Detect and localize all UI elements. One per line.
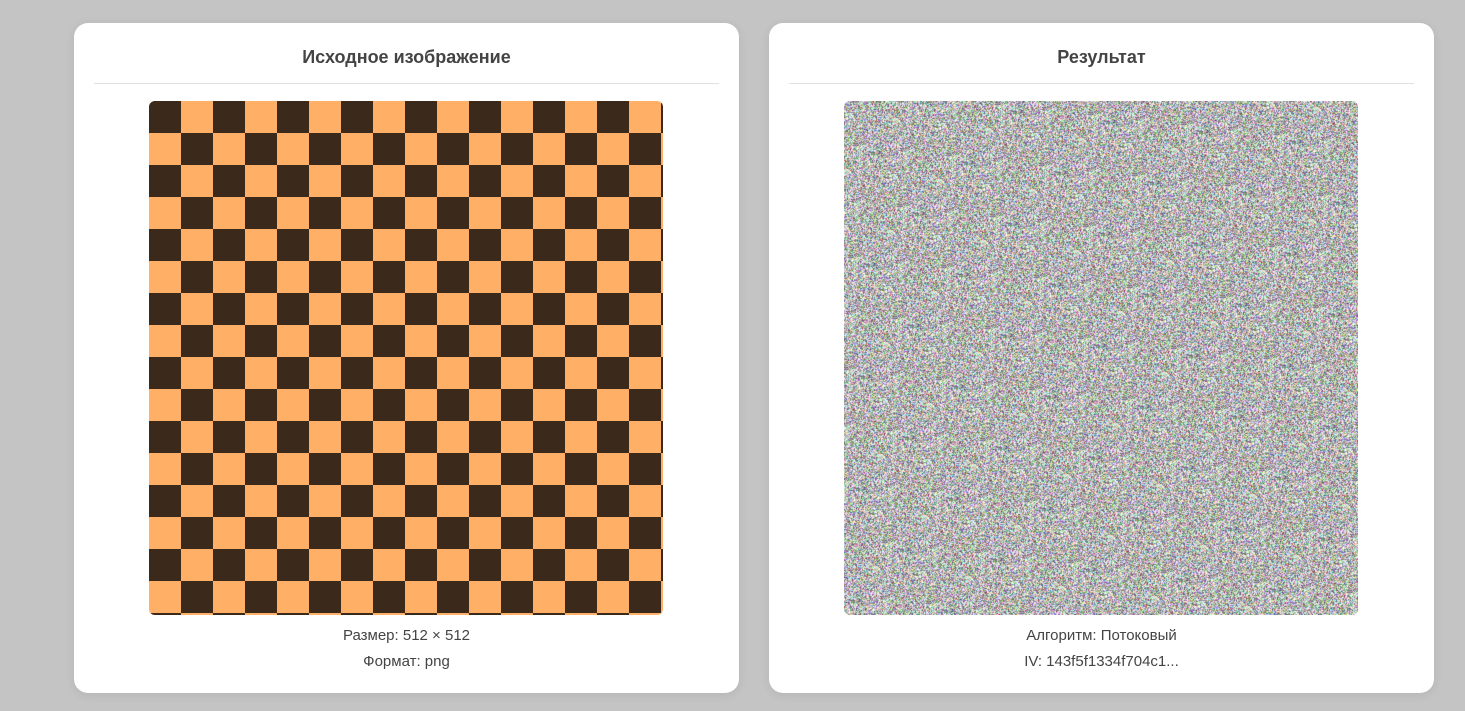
result-image-card: Результат Алгоритм: Потоковый IV: 143f5f… — [769, 23, 1434, 693]
result-card-title: Результат — [1057, 47, 1146, 67]
result-image — [844, 101, 1358, 615]
original-card-title: Исходное изображение — [302, 47, 511, 67]
page: Исходное изображение Размер: 512 × 512 Ф… — [0, 0, 1465, 711]
result-algorithm-text: Алгоритм: Потоковый — [1026, 627, 1177, 644]
original-image — [149, 101, 663, 615]
result-iv-text: IV: 143f5f1334f704c1... — [1024, 653, 1179, 670]
card-divider — [94, 83, 719, 84]
card-divider — [789, 83, 1414, 84]
original-size-text: Размер: 512 × 512 — [342, 627, 471, 644]
checkerboard-image — [149, 101, 663, 615]
encrypted-noise-image — [844, 101, 1358, 615]
original-format-text: Формат: png — [363, 653, 450, 670]
original-image-card: Исходное изображение Размер: 512 × 512 Ф… — [74, 23, 739, 693]
